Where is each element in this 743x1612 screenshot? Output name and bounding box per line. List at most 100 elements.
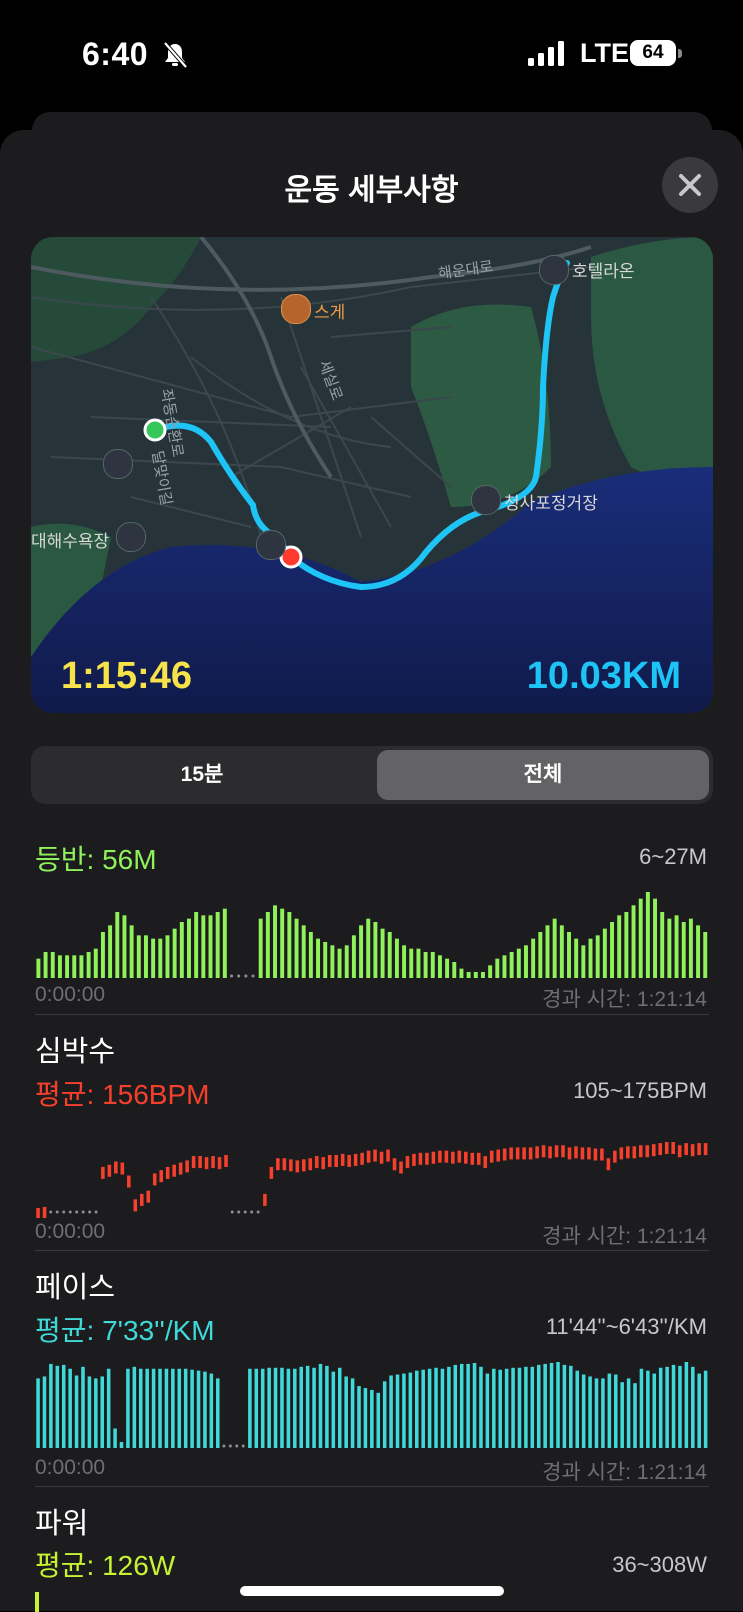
chart-bar xyxy=(376,1392,381,1448)
chart-bar xyxy=(671,1364,676,1448)
chart-bar xyxy=(36,1378,40,1448)
chart-gap-dot xyxy=(237,1210,241,1214)
chart-bar xyxy=(145,1368,149,1448)
route-map[interactable]: 해운대로 호텔라온 스게 좌동순환로 세실로 달맞이길 대해수욕장 청사포정거장… xyxy=(31,237,713,713)
divider xyxy=(35,1486,709,1487)
chart-bar xyxy=(273,1367,278,1448)
chart-bar xyxy=(42,1206,47,1218)
chart-bar xyxy=(476,1152,481,1165)
chart-bar xyxy=(502,1148,507,1161)
chart-bar xyxy=(405,1156,410,1169)
chart-bar xyxy=(703,1143,708,1156)
chart-bar xyxy=(351,935,356,978)
chart-bar xyxy=(379,1151,384,1164)
chart-gap-dot xyxy=(55,1210,59,1214)
chart-bar xyxy=(425,1152,429,1165)
chart-bar xyxy=(100,1376,105,1448)
chart-bar xyxy=(416,948,421,978)
workout-distance: 10.03KM xyxy=(526,655,681,697)
chart-bar xyxy=(49,1363,53,1448)
chart-bar xyxy=(492,1368,496,1448)
chart-bar xyxy=(224,1154,228,1167)
chart-bar xyxy=(165,1166,170,1179)
chart-bar xyxy=(556,1362,560,1448)
chart-bar xyxy=(684,1143,688,1156)
chart-bar xyxy=(703,932,708,978)
chart-bar xyxy=(466,972,471,978)
chart-bar xyxy=(530,1366,535,1448)
chart-bar xyxy=(331,1371,336,1448)
chart-bar xyxy=(470,1152,475,1165)
status-time: 6:40 xyxy=(82,36,149,72)
chart-bar xyxy=(366,1150,371,1163)
chart-bar xyxy=(323,942,328,978)
chart-bar xyxy=(554,1145,559,1158)
chart-bar xyxy=(588,1376,592,1448)
chart-bar xyxy=(567,932,571,978)
chart-bar xyxy=(545,925,550,978)
chart-bar xyxy=(68,1368,72,1448)
chart-bar xyxy=(293,1368,297,1448)
chart-bar xyxy=(602,928,607,978)
chart-bar xyxy=(299,1366,303,1448)
home-indicator[interactable] xyxy=(240,1586,504,1596)
chart-bar xyxy=(287,912,292,978)
chart-bar xyxy=(344,1376,348,1448)
chart-bar xyxy=(595,935,600,978)
status-bar: 6:40 LTE 64 xyxy=(0,0,743,110)
chart-bar xyxy=(114,1161,118,1174)
chart-bar xyxy=(538,932,543,978)
chart-bar xyxy=(139,1193,144,1206)
chart-bar xyxy=(638,898,643,978)
chart-bar xyxy=(382,1381,387,1448)
chart-bar xyxy=(651,1144,656,1157)
chart-gap-dot xyxy=(228,1444,232,1448)
chart-bar xyxy=(366,918,371,978)
chart-bar xyxy=(55,1365,60,1448)
chart-bar xyxy=(373,1149,377,1162)
chart-bar xyxy=(248,1368,252,1448)
chart-bar xyxy=(690,1144,695,1157)
workout-duration: 1:15:46 xyxy=(61,655,192,697)
chart-bar xyxy=(344,945,349,978)
chart-bar xyxy=(451,1151,455,1164)
chart-bar xyxy=(688,918,693,978)
chart-bar xyxy=(353,1153,358,1166)
chart-bar xyxy=(380,928,385,978)
chart-gap-dot xyxy=(75,1210,79,1214)
chart-gap-dot xyxy=(230,1210,234,1214)
chart-bar xyxy=(509,952,514,978)
chart-bar xyxy=(600,1148,604,1161)
chart-bar xyxy=(610,922,614,978)
chart-bar xyxy=(653,898,658,978)
chart-bar xyxy=(387,932,392,978)
chart-bar xyxy=(392,1158,397,1171)
hotel-icon xyxy=(539,255,569,285)
chart-bar xyxy=(528,1147,533,1160)
train-station-icon xyxy=(103,449,133,479)
chart-bar xyxy=(164,1368,169,1448)
chart-gap-dot xyxy=(241,1444,245,1448)
chart-bar xyxy=(696,925,701,978)
chart-bar xyxy=(133,1199,138,1212)
close-button[interactable] xyxy=(662,157,718,213)
segment-15min[interactable]: 15분 xyxy=(35,750,369,800)
chart-bar xyxy=(171,1368,175,1448)
chart-bar xyxy=(681,922,686,978)
chart-bar xyxy=(418,1152,423,1165)
chart-gap-dot xyxy=(68,1210,72,1214)
chart-bar xyxy=(122,915,127,978)
segment-all[interactable]: 전체 xyxy=(377,750,709,800)
chart-bar xyxy=(302,1159,306,1172)
bus-stop-icon xyxy=(471,485,501,515)
chart-bar xyxy=(87,1376,92,1448)
elevation-chart xyxy=(36,892,708,978)
chart-bar xyxy=(282,1158,287,1171)
chart-bar xyxy=(619,1147,624,1160)
chart-bar xyxy=(204,1157,209,1170)
chart-bar xyxy=(524,1366,528,1448)
chart-bar xyxy=(552,918,557,978)
chart-bar xyxy=(327,1154,332,1167)
map-label-hotel: 호텔라온 xyxy=(572,262,635,281)
chart-bar xyxy=(286,1368,291,1448)
